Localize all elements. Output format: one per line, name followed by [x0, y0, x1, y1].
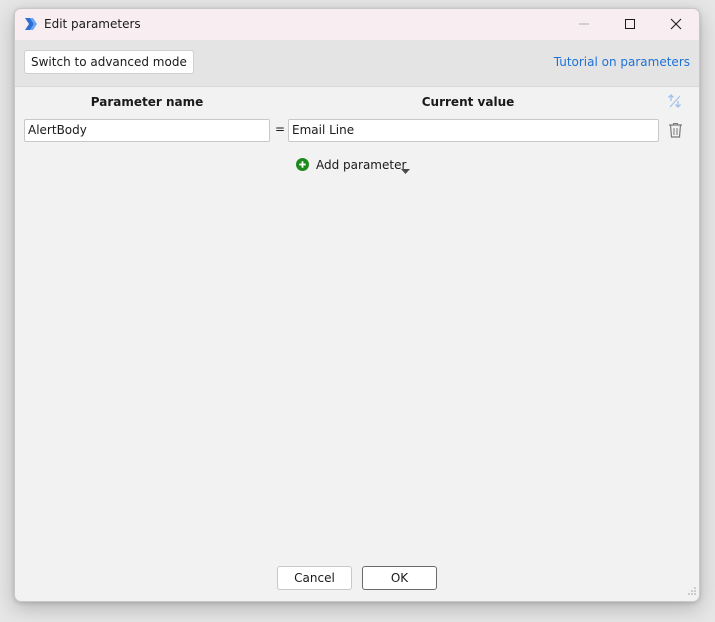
sort-icon[interactable]	[667, 93, 683, 112]
table-row: AlertBody = Email Line	[15, 119, 699, 143]
parameter-name-input[interactable]: AlertBody	[24, 119, 270, 142]
toolbar: Switch to advanced mode Tutorial on para…	[15, 40, 699, 87]
window-title: Edit parameters	[44, 17, 141, 31]
plus-circle-icon	[296, 158, 309, 174]
parameter-name-header: Parameter name	[90, 95, 204, 109]
power-automate-icon	[24, 17, 38, 31]
title-bar[interactable]: Edit parameters	[15, 9, 699, 40]
equals-sign: =	[275, 122, 286, 136]
ok-button[interactable]: OK	[362, 566, 437, 590]
current-value-header: Current value	[421, 95, 515, 109]
close-icon	[670, 18, 682, 30]
trash-icon[interactable]	[668, 122, 683, 141]
maximize-icon	[625, 19, 635, 29]
close-button[interactable]	[653, 9, 699, 40]
resize-grip-icon[interactable]	[687, 585, 697, 599]
tutorial-link[interactable]: Tutorial on parameters	[554, 55, 690, 69]
edit-parameters-dialog: Edit parameters Switch to advanced mode …	[14, 8, 700, 602]
minimize-icon	[579, 23, 589, 25]
chevron-down-icon[interactable]	[401, 163, 410, 177]
add-parameter-label: Add parameter	[316, 158, 407, 172]
cancel-button[interactable]: Cancel	[277, 566, 352, 590]
parameter-value-input[interactable]: Email Line	[288, 119, 659, 142]
minimize-button[interactable]	[561, 9, 607, 40]
switch-advanced-mode-button[interactable]: Switch to advanced mode	[24, 50, 194, 74]
maximize-button[interactable]	[607, 9, 653, 40]
